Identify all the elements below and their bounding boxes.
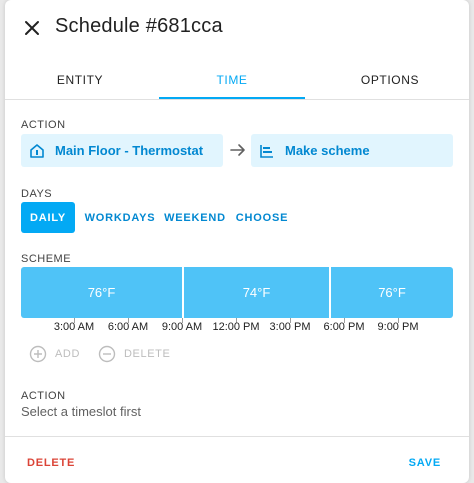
time-axis-label: 6:00 AM [107,321,149,333]
tab-bar: ENTITY TIME OPTIONS [5,60,469,100]
delete-label: DELETE [124,348,171,360]
day-option-daily[interactable]: DAILY [21,202,75,233]
add-timeslot-button[interactable]: ADD [29,343,80,365]
arrow-right-icon [230,144,245,156]
timeslot-bar: 76°F 74°F 76°F [21,267,453,318]
dialog-title: Schedule #681cca [55,15,223,37]
tab-entity[interactable]: ENTITY [5,60,155,100]
timeslot[interactable]: 74°F [184,267,329,318]
time-axis-label: 6:00 PM [323,321,365,333]
time-axis-label: 9:00 AM [161,321,203,333]
home-thermostat-icon [27,141,47,161]
close-icon [25,21,39,35]
day-option-workdays[interactable]: WORKDAYS [81,202,159,233]
day-option-weekend[interactable]: WEEKEND [161,202,229,233]
remove-circle-icon [98,345,116,363]
close-button[interactable] [19,13,45,43]
add-label: ADD [55,348,81,360]
slot-action-placeholder: Select a timeslot first [21,404,141,419]
dialog-header: Schedule #681cca [5,0,469,56]
time-axis-label: 9:00 PM [377,321,419,333]
add-circle-icon [29,345,47,363]
time-axis-label: 3:00 AM [53,321,95,333]
delete-schedule-button[interactable]: DELETE [27,457,75,469]
time-axis-label: 12:00 PM [212,321,260,333]
day-option-choose[interactable]: CHOOSE [231,202,293,233]
tab-time[interactable]: TIME [159,60,305,100]
timeslot[interactable]: 76°F [331,267,453,318]
timeline-icon [257,141,277,161]
dialog-footer: DELETE SAVE [5,436,469,483]
time-axis-label: 3:00 PM [269,321,311,333]
schedule-dialog: Schedule #681cca ENTITY TIME OPTIONS ACT… [5,0,469,483]
save-button[interactable]: SAVE [409,457,441,469]
slot-action-label: ACTION [21,390,66,402]
scheme-section-label: SCHEME [21,253,72,265]
service-chip-label: Make scheme [285,143,370,158]
active-tab-indicator [159,97,305,99]
tab-options[interactable]: OPTIONS [315,60,465,100]
action-section-label: ACTION [21,119,66,131]
timeslot[interactable]: 76°F [21,267,182,318]
service-chip[interactable]: Make scheme [251,134,453,167]
delete-timeslot-button[interactable]: DELETE [98,343,170,365]
entity-chip[interactable]: Main Floor - Thermostat [21,134,223,167]
days-section-label: DAYS [21,188,53,200]
entity-chip-label: Main Floor - Thermostat [55,143,204,158]
